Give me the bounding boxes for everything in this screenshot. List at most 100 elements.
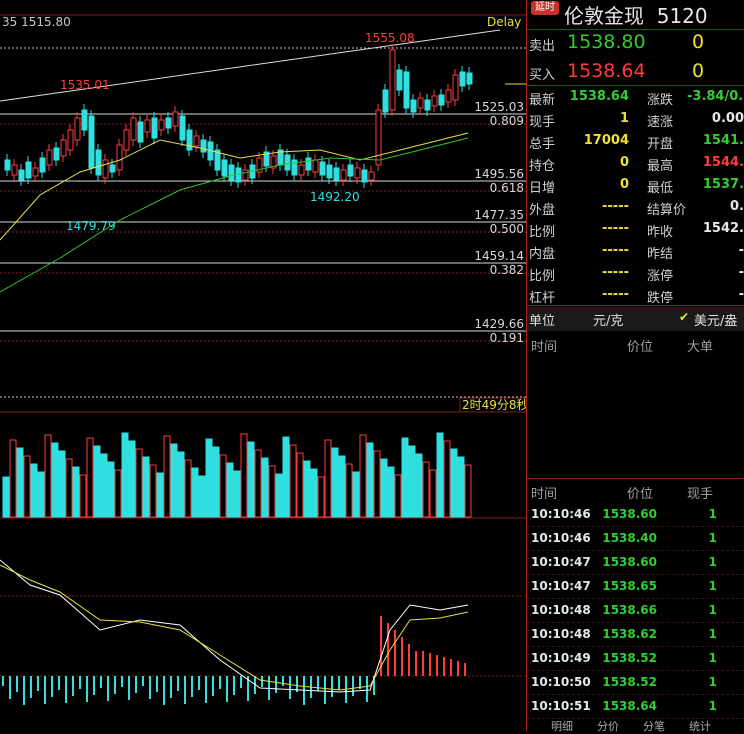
stat-value: 1544. — [702, 155, 744, 170]
tick-volume: 1 — [708, 579, 717, 593]
candle-body — [102, 159, 109, 179]
tick-time: 10:10:48 — [531, 627, 591, 641]
fib-price-label: 1525.03 — [474, 100, 524, 114]
volume-bar — [23, 455, 31, 518]
stat-label: 昨结 — [647, 247, 674, 262]
volume-bar — [254, 449, 262, 518]
tick-time: 10:10:49 — [531, 651, 591, 665]
tab-detail[interactable]: 明细 — [551, 718, 573, 734]
stat-label: 涨跌 — [647, 93, 674, 108]
stat-value: -3.84/0.25 — [687, 89, 744, 104]
fib-ratio-label: 0.809 — [490, 114, 524, 128]
candle-body — [333, 167, 340, 181]
candle-body — [179, 115, 186, 141]
fib-ratio-label: 0.191 — [490, 331, 524, 345]
candle-body — [25, 161, 32, 179]
tick-time: 10:10:47 — [531, 579, 591, 593]
sell-price: 1538.80 — [567, 31, 646, 53]
buy-row[interactable]: 买入 1538.64 0 — [527, 60, 744, 86]
volume-bar — [261, 457, 269, 518]
candle-body — [74, 117, 81, 141]
volume-bar — [2, 476, 10, 518]
stat-row: 比例 ----- 涨停 - — [527, 263, 744, 285]
ticks-divider — [527, 478, 744, 479]
volume-bar — [240, 433, 248, 518]
candle-body — [361, 169, 368, 183]
fib-ratio-label: 0.382 — [490, 263, 524, 277]
volume-bar — [310, 468, 318, 518]
fib-ratio-label: 0.618 — [490, 181, 524, 195]
volume-bar — [359, 434, 367, 518]
tick-time: 10:10:51 — [531, 699, 591, 713]
candle-body — [193, 135, 200, 147]
candle-body — [46, 149, 53, 166]
volume-bar — [128, 440, 136, 518]
stat-value: ----- — [602, 221, 629, 236]
tab-tick[interactable]: 分笔 — [643, 718, 665, 734]
tick-price: 1538.64 — [602, 699, 657, 713]
volume-bar — [394, 474, 402, 518]
tick-row[interactable]: 10:10:46 1538.60 1 — [527, 502, 744, 527]
stat-value: ----- — [602, 243, 629, 258]
volume-bar — [268, 465, 276, 518]
tick-row[interactable]: 10:10:49 1538.52 1 — [527, 646, 744, 671]
fib-price-label: 1495.56 — [474, 167, 524, 181]
candle-body — [81, 109, 88, 131]
volume-bar — [219, 454, 227, 518]
candle-body — [452, 74, 459, 101]
quote-header: 延时 伦敦金现 5120 — [527, 0, 744, 28]
stat-value: - — [738, 243, 744, 258]
tick-row[interactable]: 10:10:46 1538.40 1 — [527, 526, 744, 551]
tick-row[interactable]: 10:10:47 1538.60 1 — [527, 550, 744, 575]
stat-label: 开盘 — [647, 137, 674, 152]
volume-bar — [142, 456, 150, 518]
tick-time: 10:10:50 — [531, 675, 591, 689]
stat-label: 日增 — [529, 181, 556, 196]
candle-body — [242, 169, 249, 181]
unit-cny[interactable]: 元/克 — [593, 310, 623, 329]
tick-row[interactable]: 10:10:48 1538.62 1 — [527, 622, 744, 647]
stat-value: 0.00 — [711, 111, 744, 126]
volume-bar — [177, 451, 185, 518]
volume-bar — [86, 437, 94, 518]
candle-body — [445, 89, 452, 103]
candle-body — [459, 71, 466, 87]
tab-stat[interactable]: 统计 — [689, 718, 711, 734]
high-label: 1555.08 — [365, 31, 415, 45]
candle-body — [109, 164, 116, 173]
buy-volume: 0 — [692, 60, 705, 82]
unit-usd[interactable]: 美元/盎 — [694, 310, 737, 329]
stat-row: 外盘 ----- 结算价 0. — [527, 197, 744, 219]
stat-value: 1542. — [702, 221, 744, 236]
volume-bar — [408, 445, 416, 518]
tab-price[interactable]: 分价 — [597, 718, 619, 734]
tick-time: 10:10:46 — [531, 507, 591, 521]
volume-bar — [65, 458, 73, 518]
tick-row[interactable]: 10:10:48 1538.66 1 — [527, 598, 744, 623]
candle-body — [32, 167, 39, 177]
delay-badge: 延时 — [531, 1, 559, 15]
volume-bar — [303, 460, 311, 518]
tick-price: 1538.60 — [602, 507, 657, 521]
kline-chart[interactable]: 1525.030.809 1495.560.618 1477.350.500 1459… — [0, 0, 527, 731]
tick-row[interactable]: 10:10:50 1538.52 1 — [527, 670, 744, 695]
tick-time: 10:10:46 — [531, 531, 591, 545]
stat-label: 持仓 — [529, 159, 556, 174]
tick-volume: 1 — [708, 531, 717, 545]
volume-bar — [58, 450, 66, 518]
volume-bar — [282, 436, 290, 518]
volume-bar — [317, 476, 325, 518]
candle-body — [144, 119, 151, 133]
candle-body — [382, 89, 389, 113]
volume-bar — [415, 453, 423, 518]
volume-bar — [457, 456, 465, 518]
tick-volume: 1 — [708, 651, 717, 665]
instrument-title: 伦敦金现 5120 — [564, 4, 708, 28]
tick-price: 1538.65 — [602, 579, 657, 593]
tick-row[interactable]: 10:10:51 1538.64 1 — [527, 694, 744, 719]
volume-bar — [107, 461, 115, 518]
tick-row[interactable]: 10:10:47 1538.65 1 — [527, 574, 744, 599]
stat-value: 0 — [619, 155, 629, 170]
sell-row[interactable]: 卖出 1538.80 0 — [527, 31, 744, 57]
candle-body — [158, 119, 165, 131]
